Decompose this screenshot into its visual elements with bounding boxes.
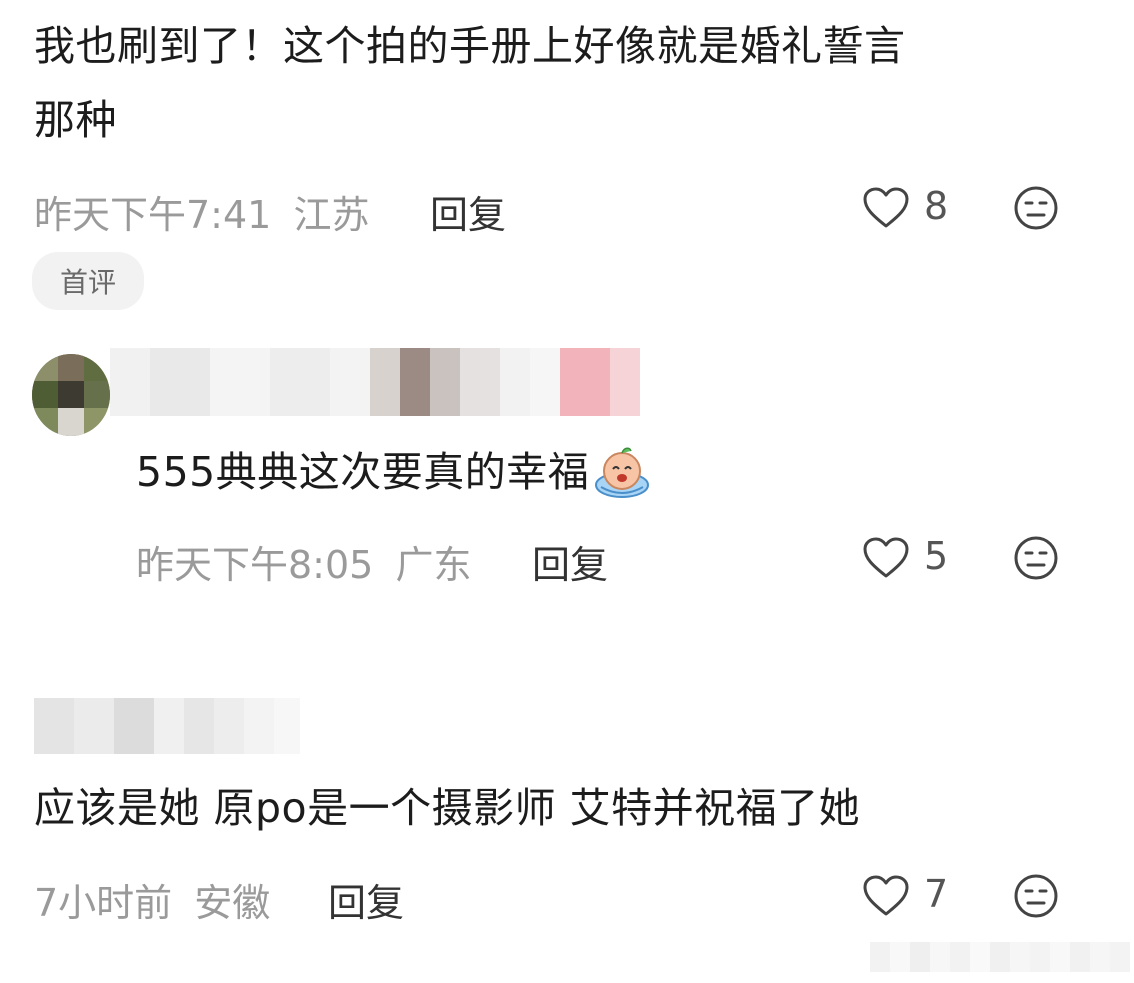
- like-count: 5: [924, 534, 949, 578]
- meh-face-icon: [1014, 536, 1058, 580]
- comment-text: 应该是她 原po是一个摄影师 艾特并祝福了她: [34, 784, 861, 832]
- reply-button[interactable]: 回复: [328, 872, 404, 927]
- like-button[interactable]: [862, 536, 910, 580]
- reply-source-blurred: [34, 698, 300, 754]
- like-button[interactable]: [862, 874, 910, 918]
- location: 江苏: [293, 193, 370, 237]
- timestamp: 昨天下午8:05: [136, 543, 374, 587]
- timestamp: 昨天下午7:41: [34, 193, 272, 237]
- comment-text: 555典典这次要真的幸福: [136, 448, 590, 496]
- location: 安徽: [194, 881, 271, 925]
- comment-time: 昨天下午7:41 江苏: [34, 184, 369, 239]
- avatar-image: [32, 354, 110, 436]
- comment-text-row: 555典典这次要真的幸福: [136, 436, 651, 508]
- timestamp: 7小时前: [34, 881, 173, 925]
- comment-text-line1: 我也刷到了！这个拍的手册上好像就是婚礼誓言: [34, 22, 906, 70]
- dislike-button[interactable]: [1013, 873, 1059, 919]
- dislike-button[interactable]: [1013, 535, 1059, 581]
- meh-face-icon: [1014, 874, 1058, 918]
- heart-outline-icon: [863, 875, 909, 916]
- heart-outline-icon: [863, 187, 909, 228]
- reply-button[interactable]: 回复: [430, 184, 506, 239]
- watermark-blurred: [870, 942, 1130, 972]
- comment-time: 7小时前 安徽: [34, 872, 270, 927]
- heart-outline-icon: [863, 537, 909, 578]
- first-comment-badge: 首评: [32, 252, 144, 310]
- crying-face-emoji: [593, 443, 651, 501]
- dislike-button[interactable]: [1013, 185, 1059, 231]
- avatar[interactable]: [32, 354, 110, 436]
- location: 广东: [395, 543, 472, 587]
- like-button[interactable]: [862, 186, 910, 230]
- meh-face-icon: [1014, 186, 1058, 230]
- reply-button[interactable]: 回复: [532, 534, 608, 589]
- like-count: 8: [924, 184, 949, 228]
- comment-text-line2: 那种: [34, 96, 117, 144]
- like-count: 7: [924, 872, 949, 916]
- username-blurred: [110, 348, 640, 416]
- comment-time: 昨天下午8:05 广东: [136, 534, 471, 589]
